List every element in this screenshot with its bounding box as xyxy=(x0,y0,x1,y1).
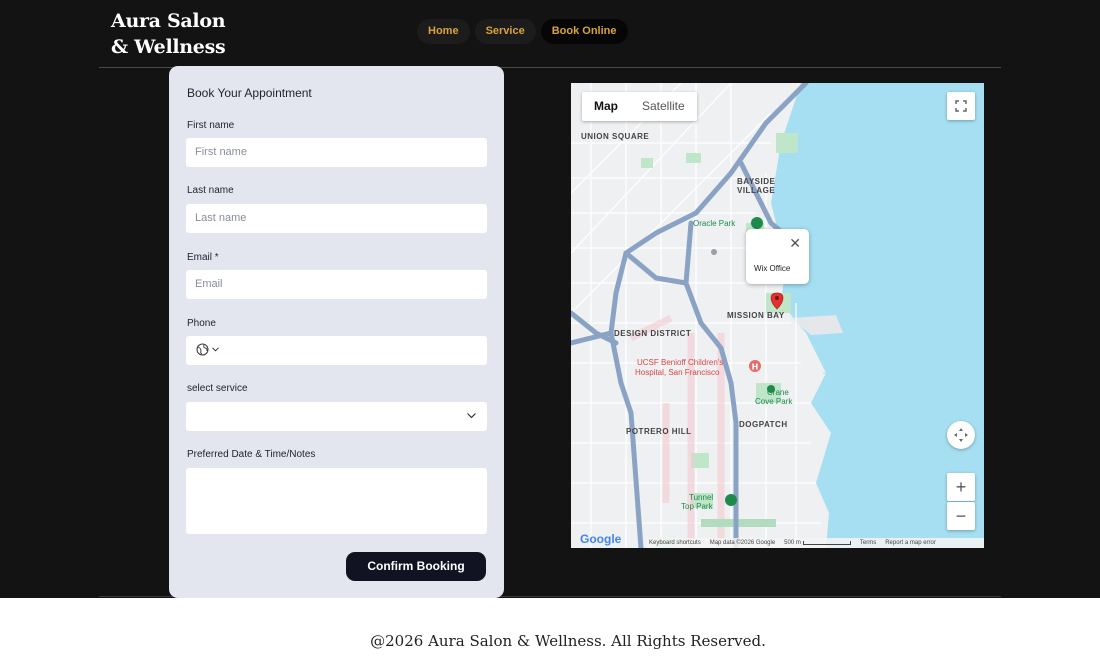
notes-label: Preferred Date & Time/Notes xyxy=(187,449,316,460)
brand-line-1: Aura Salon xyxy=(111,10,226,32)
terms-link[interactable]: Terms xyxy=(860,540,876,546)
map-label-crane-2: Cove Park xyxy=(755,397,793,406)
map-label-design-district: DESIGN DISTRICT xyxy=(614,329,692,338)
email-input[interactable]: Email xyxy=(186,270,487,299)
map-label-tunnel-1: Tunnel xyxy=(689,493,714,502)
report-error-link[interactable]: Report a map error xyxy=(885,540,936,546)
map-label-village: VILLAGE xyxy=(737,186,776,195)
plus-icon: + xyxy=(955,476,967,497)
map-label-union-square: UNION SQUARE xyxy=(581,132,650,141)
first-name-input[interactable]: First name xyxy=(186,138,487,167)
last-name-label: Last name xyxy=(187,185,234,196)
brand-line-2: & Wellness xyxy=(111,36,226,58)
fullscreen-button[interactable] xyxy=(947,92,975,120)
phone-label: Phone xyxy=(187,318,216,329)
globe-icon xyxy=(196,343,209,356)
map-widget[interactable]: H UNION SQUARE BAYSIDE VILLAGE Oracle Pa… xyxy=(571,83,984,548)
map-tab-satellite[interactable]: Satellite xyxy=(630,92,697,121)
zoom-in-button[interactable]: + xyxy=(947,473,975,501)
close-icon[interactable]: ✕ xyxy=(789,236,801,250)
scale-bar xyxy=(802,541,851,545)
svg-text:H: H xyxy=(752,363,759,372)
site-footer: @2026 Aura Salon & Wellness. All Rights … xyxy=(0,632,1100,650)
booking-form: Book Your Appointment First name First n… xyxy=(169,66,504,598)
brand-logo[interactable]: Aura Salon & Wellness xyxy=(111,8,226,60)
map-label-crane-1: Crane xyxy=(767,388,789,397)
map-type-tabs: Map Satellite xyxy=(582,92,697,121)
first-name-label: First name xyxy=(187,120,235,131)
minus-icon: − xyxy=(955,505,967,526)
map-label-dogpatch: DOGPATCH xyxy=(739,420,788,429)
phone-input[interactable] xyxy=(186,336,487,365)
hospital-marker: H xyxy=(749,360,761,372)
last-name-input[interactable]: Last name xyxy=(186,204,487,233)
country-code-selector[interactable] xyxy=(196,343,219,356)
map-tab-map[interactable]: Map xyxy=(582,92,630,121)
map-label-oracle-park: Oracle Park xyxy=(693,219,736,228)
service-label: select service xyxy=(187,383,248,394)
first-name-placeholder: First name xyxy=(195,146,247,158)
chevron-down-icon xyxy=(212,347,219,352)
map-label-ucsf-2: Hospital, San Francisco xyxy=(635,368,720,377)
nav-service[interactable]: Service xyxy=(474,19,536,44)
map-info-popup: ✕ Wix Office xyxy=(746,229,809,284)
keyboard-shortcuts-link[interactable]: Keyboard shortcuts xyxy=(649,540,701,546)
map-label-mission-bay: MISSION BAY xyxy=(727,311,785,320)
email-label: Email * xyxy=(187,252,219,263)
pan-arrows-icon xyxy=(954,428,968,442)
map-label-potrero: POTRERO HILL xyxy=(626,427,692,436)
camera-control-button[interactable] xyxy=(947,421,975,449)
form-title: Book Your Appointment xyxy=(187,86,312,100)
email-placeholder: Email xyxy=(195,278,223,290)
map-label-bayside: BAYSIDE xyxy=(737,177,776,186)
map-attribution: Keyboard shortcuts Map data ©2026 Google… xyxy=(647,538,984,548)
nav-home[interactable]: Home xyxy=(417,19,470,44)
popup-label: Wix Office xyxy=(754,264,791,273)
map-label-ucsf-1: UCSF Benioff Children's xyxy=(637,358,724,367)
map-data-text: Map data ©2026 Google xyxy=(709,540,776,546)
confirm-booking-button[interactable]: Confirm Booking xyxy=(346,552,486,581)
nav-book-online[interactable]: Book Online xyxy=(540,19,628,44)
map-label-tunnel-2: Top Park xyxy=(681,502,713,511)
zoom-out-button[interactable]: − xyxy=(947,502,975,530)
last-name-placeholder: Last name xyxy=(195,212,247,224)
copyright-text: @2026 Aura Salon & Wellness. All Rights … xyxy=(370,632,766,650)
scale-text[interactable]: 500 m xyxy=(784,540,801,546)
main-nav: Home Service Book Online xyxy=(417,19,628,44)
notes-textarea[interactable] xyxy=(186,468,487,534)
chevron-down-icon xyxy=(467,413,476,419)
fullscreen-icon xyxy=(955,100,967,112)
service-select[interactable] xyxy=(186,402,487,431)
google-logo[interactable]: Google xyxy=(580,532,621,546)
